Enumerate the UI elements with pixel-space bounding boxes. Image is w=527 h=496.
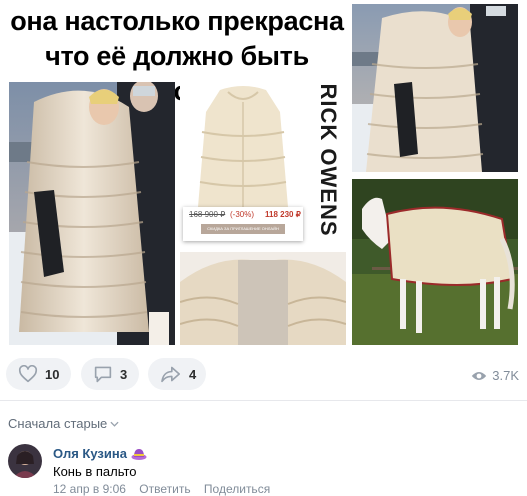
price-button: СКИДКА ЗА ПРИГЛАШЕНИЕ ОНЛАЙН [201,224,285,234]
like-count: 10 [45,366,60,382]
sort-label: Сначала старые [8,416,108,431]
comment-meta: 12 апр в 9:06 Ответить Поделиться [53,482,270,496]
photo-woman-coat-left [9,82,175,345]
views-counter: 3.7K [471,368,519,383]
photo-horse-blanket [352,179,518,345]
caption-line-1: она настолько прекрасна [10,6,344,36]
price-discount: (-30%) [230,210,255,219]
share-count: 4 [189,366,197,382]
comment-icon [94,366,112,383]
comment-count: 3 [120,366,128,382]
heart-icon [18,365,38,383]
views-count: 3.7K [492,368,519,383]
comment-date[interactable]: 12 апр в 9:06 [53,482,126,496]
comments-sort-dropdown[interactable]: Сначала старые [8,416,119,431]
reply-link[interactable]: Ответить [139,482,190,496]
price-new: 118 230 ₽ [265,210,301,219]
price-old: 168 900 ₽ [189,210,226,219]
chevron-down-icon [110,421,119,427]
share-icon [161,366,180,383]
comment-button[interactable]: 3 [81,358,139,390]
comment-text: Конь в пальто [53,464,137,479]
price-tag: 168 900 ₽ (-30%) 118 230 ₽ СКИДКА ЗА ПРИ… [183,207,303,241]
comment-share-link[interactable]: Поделиться [204,482,270,496]
brand-label: RICK OWENS [316,83,341,237]
comment-author[interactable]: Оля Кузина [53,446,147,461]
photo-woman-coat-right [352,4,518,172]
photo-coat-closeup [180,252,346,345]
avatar[interactable] [8,444,42,478]
eye-icon [472,371,487,380]
hat-emoji-icon [131,448,147,460]
divider [0,400,527,401]
comment-item: Оля Кузина Конь в пальто 12 апр в 9:06 О… [8,442,527,496]
like-button[interactable]: 10 [6,358,71,390]
share-button[interactable]: 4 [148,358,206,390]
post-image[interactable]: она настолько прекрасна что её должно бы… [0,0,527,353]
post-actions-bar: 10 3 4 3.7K [0,356,527,394]
